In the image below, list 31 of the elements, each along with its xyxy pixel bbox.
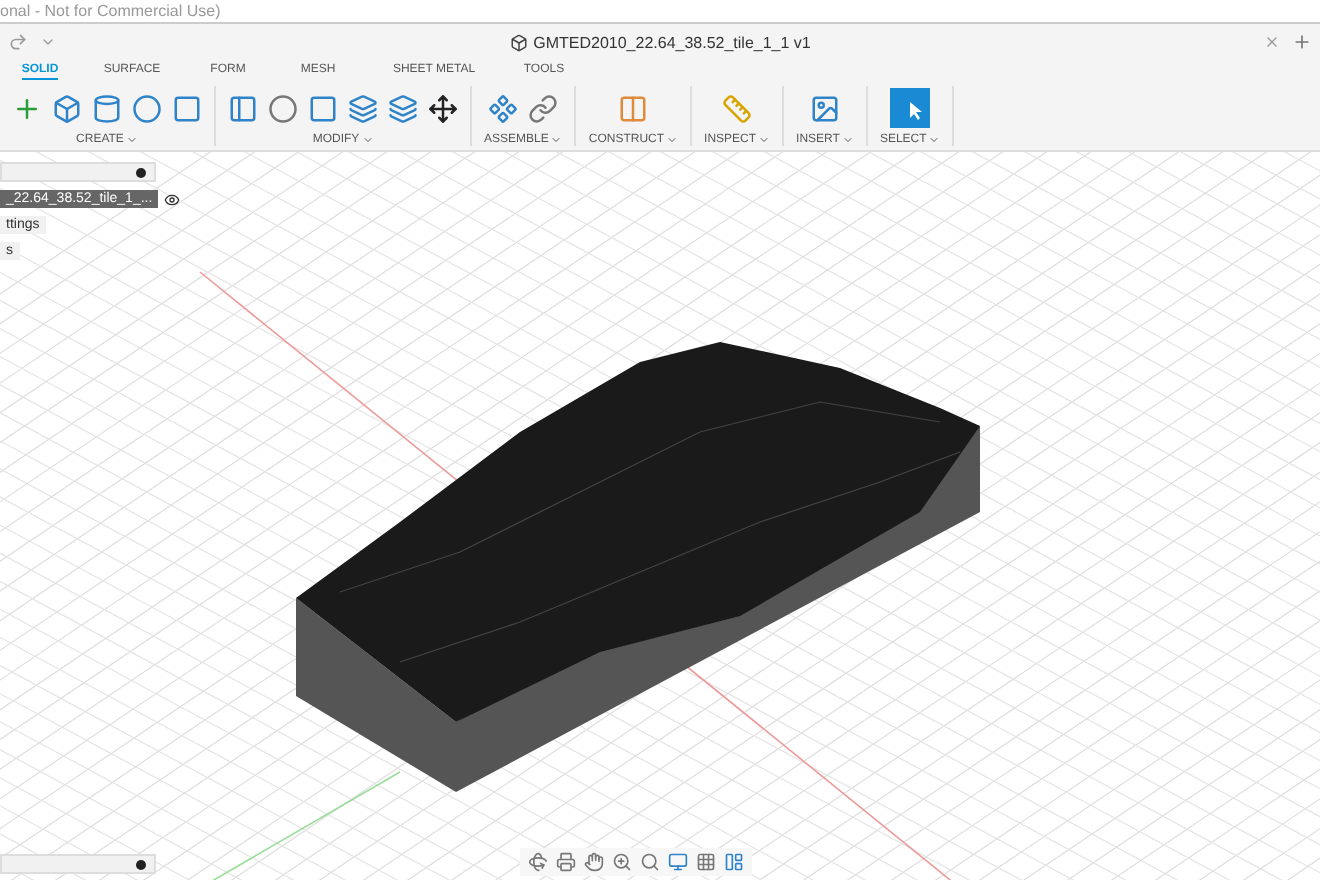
viewports-icon[interactable] (724, 852, 744, 872)
box-icon[interactable] (52, 93, 82, 123)
caret-icon (666, 134, 679, 146)
caret-icon (928, 134, 941, 146)
search-icon[interactable] (640, 852, 660, 872)
orbit-icon[interactable] (528, 852, 548, 872)
eye-icon[interactable] (164, 191, 181, 207)
caret-icon[interactable] (40, 34, 56, 50)
zoom-icon[interactable] (612, 852, 632, 872)
document-title[interactable]: GMTED2010_22.64_38.52_tile_1_1 v1 (533, 33, 811, 51)
plus-icon[interactable] (12, 93, 42, 123)
grid-icon[interactable] (696, 852, 716, 872)
pin-icon[interactable] (136, 859, 146, 869)
caret-icon (550, 134, 563, 146)
pan-icon[interactable] (584, 852, 604, 872)
cylinder-icon[interactable] (92, 93, 122, 123)
ruler-icon[interactable] (722, 93, 753, 123)
display-icon[interactable] (668, 852, 688, 872)
document-icon (509, 33, 528, 51)
caret-icon (125, 134, 138, 146)
caret-icon (361, 134, 374, 146)
redo-icon[interactable] (8, 32, 28, 52)
caret-icon (841, 134, 854, 146)
image-icon[interactable] (810, 93, 840, 123)
select-icon[interactable] (890, 88, 931, 128)
app-title: onal - Not for Commercial Use) (0, 2, 221, 20)
move-icon[interactable] (428, 93, 458, 123)
new-tab-icon[interactable] (1292, 32, 1312, 52)
close-icon[interactable] (1264, 34, 1280, 50)
caret-icon (758, 134, 771, 146)
pin-icon[interactable] (136, 167, 146, 177)
